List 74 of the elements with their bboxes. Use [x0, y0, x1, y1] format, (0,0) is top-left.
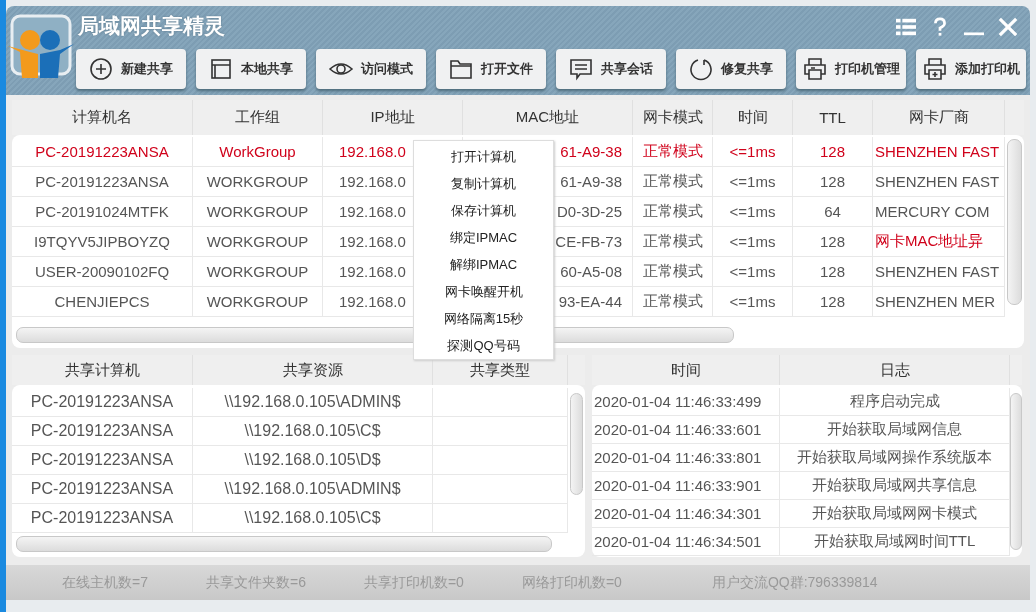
table-cell: 2020-01-04 11:46:33:499	[592, 388, 780, 415]
table-cell[interactable]: 正常模式	[633, 137, 713, 166]
table-cell: \\192.168.0.105\ADMIN$	[193, 388, 433, 416]
table-cell: \\192.168.0.105\D$	[193, 446, 433, 474]
scrollbar[interactable]	[1010, 393, 1022, 550]
table-cell[interactable]: 128	[793, 287, 873, 316]
table-cell[interactable]: WORKGROUP	[193, 287, 323, 316]
chat-icon	[569, 57, 593, 81]
table-cell: PC-20191223ANSA	[12, 504, 193, 532]
table-cell: \\192.168.0.105\C$	[193, 504, 433, 532]
table-cell: 2020-01-04 11:46:34:501	[592, 528, 780, 555]
toolbar-button[interactable]: 修复共享	[676, 49, 786, 89]
toolbar-button[interactable]: 新建共享	[76, 49, 186, 89]
table-cell[interactable]: <=1ms	[713, 287, 793, 316]
table-cell[interactable]: PC-20191223ANSA	[12, 167, 193, 196]
printer-add-icon	[922, 57, 947, 81]
table-cell[interactable]: PC-20191223ANSA	[12, 137, 193, 166]
table-cell[interactable]: <=1ms	[713, 137, 793, 166]
plus-icon	[89, 57, 113, 81]
table-cell[interactable]: 128	[793, 227, 873, 256]
table-cell[interactable]: 128	[793, 167, 873, 196]
toolbar-button[interactable]: 打印机管理	[796, 49, 906, 89]
table-cell: PC-20191223ANSA	[12, 475, 193, 503]
table-cell[interactable]: <=1ms	[713, 257, 793, 286]
table-cell[interactable]: <=1ms	[713, 197, 793, 226]
table-cell[interactable]: 网卡MAC地址异	[873, 227, 1005, 256]
table-cell: 2020-01-04 11:46:34:301	[592, 500, 780, 527]
table-cell: PC-20191223ANSA	[12, 446, 193, 474]
table-cell[interactable]: SHENZHEN FAST	[873, 137, 1005, 166]
table-cell[interactable]: 128	[793, 137, 873, 166]
folder-icon	[449, 57, 473, 81]
table-cell[interactable]: 正常模式	[633, 167, 713, 196]
close-icon[interactable]	[998, 17, 1018, 37]
table-cell[interactable]: WORKGROUP	[193, 167, 323, 196]
table-cell[interactable]: SHENZHEN FAST	[873, 257, 1005, 286]
refresh-icon	[689, 57, 713, 81]
window-title: 局域网共享精灵	[78, 13, 225, 39]
table-cell[interactable]: WorkGroup	[193, 137, 323, 166]
scrollbar[interactable]	[16, 536, 552, 552]
table-cell[interactable]: PC-20191024MTFK	[12, 197, 193, 226]
printer-icon	[802, 57, 827, 81]
toolbar-button[interactable]: 打开文件	[436, 49, 546, 89]
table-cell[interactable]: MERCURY COM	[873, 197, 1005, 226]
table-cell[interactable]: WORKGROUP	[193, 227, 323, 256]
scrollbar[interactable]	[570, 393, 583, 495]
toolbar-button[interactable]: 本地共享	[196, 49, 306, 89]
table-cell[interactable]: 正常模式	[633, 227, 713, 256]
table-cell[interactable]: 正常模式	[633, 287, 713, 316]
table-cell: 2020-01-04 11:46:33:601	[592, 416, 780, 443]
menu-icon[interactable]	[896, 17, 916, 37]
table-cell[interactable]: 正常模式	[633, 257, 713, 286]
table-cell[interactable]: <=1ms	[713, 227, 793, 256]
toolbar-button[interactable]: 添加打印机	[916, 49, 1026, 89]
table-cell: PC-20191223ANSA	[12, 417, 193, 445]
table-cell[interactable]: SHENZHEN MER	[873, 287, 1005, 316]
scrollbar[interactable]	[1007, 139, 1022, 305]
table-cell[interactable]: 64	[793, 197, 873, 226]
table-cell[interactable]: I9TQYV5JIPBOYZQ	[12, 227, 193, 256]
table-cell[interactable]: WORKGROUP	[193, 257, 323, 286]
table-cell: 2020-01-04 11:46:33:801	[592, 444, 780, 471]
table-cell[interactable]: 128	[793, 257, 873, 286]
table-cell: \\192.168.0.105\C$	[193, 417, 433, 445]
table-cell[interactable]: 正常模式	[633, 197, 713, 226]
table-cell[interactable]: WORKGROUP	[193, 197, 323, 226]
toolbar-button[interactable]: 共享会话	[556, 49, 666, 89]
table-cell[interactable]: SHENZHEN FAST	[873, 167, 1005, 196]
table-cell: PC-20191223ANSA	[12, 388, 193, 416]
toolbar-button[interactable]: 访问模式	[316, 49, 426, 89]
table-cell: 2020-01-04 11:46:33:901	[592, 472, 780, 499]
window-icon	[209, 57, 233, 81]
table-cell[interactable]: <=1ms	[713, 167, 793, 196]
table-cell: \\192.168.0.105\ADMIN$	[193, 475, 433, 503]
table-cell[interactable]: USER-20090102FQ	[12, 257, 193, 286]
table-cell[interactable]: CHENJIEPCS	[12, 287, 193, 316]
